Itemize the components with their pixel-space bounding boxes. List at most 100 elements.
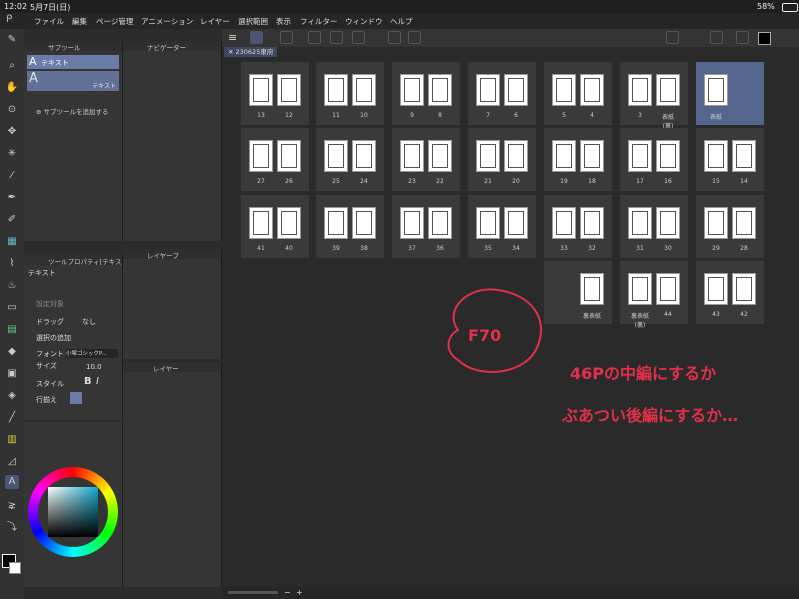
page-spread[interactable]: 39 38	[316, 195, 384, 258]
zoom-in-icon[interactable]: +	[296, 588, 303, 597]
page-thumbnail[interactable]	[704, 207, 728, 239]
menu-edit[interactable]: 編集	[72, 16, 87, 27]
undo-icon[interactable]	[388, 31, 401, 44]
size-value[interactable]: 10.0	[86, 363, 102, 371]
page-thumbnail[interactable]	[732, 207, 756, 239]
page-thumbnail[interactable]	[656, 273, 680, 305]
menu-animation[interactable]: アニメーション	[141, 16, 193, 27]
menu-view[interactable]: 表示	[276, 16, 291, 27]
hand-icon[interactable]: ✋	[5, 81, 19, 95]
gradient-icon[interactable]: ▣	[5, 367, 19, 381]
page-thumbnail[interactable]	[504, 207, 528, 239]
zoom-slider[interactable]	[228, 591, 278, 594]
page-spread[interactable]: 98	[392, 62, 460, 125]
page-thumbnail[interactable]	[277, 140, 301, 172]
page-thumbnail[interactable]	[249, 140, 273, 172]
page-thumbnail[interactable]	[324, 207, 348, 239]
airbrush-icon[interactable]: ⌇	[5, 257, 19, 271]
saturation-square[interactable]	[48, 487, 98, 537]
page-thumbnail[interactable]	[580, 207, 604, 239]
page-thumbnail[interactable]	[656, 74, 680, 106]
page-thumbnail[interactable]	[704, 273, 728, 305]
clip-studio-logo-icon[interactable]: ᑭ	[6, 14, 12, 25]
page-thumbnail[interactable]	[580, 273, 604, 305]
page-thumbnail[interactable]	[277, 74, 301, 106]
move-icon[interactable]: ✥	[5, 125, 19, 139]
page-thumbnail[interactable]	[352, 140, 376, 172]
page-thumbnail[interactable]	[249, 207, 273, 239]
page-thumbnail[interactable]	[656, 207, 680, 239]
page-spread[interactable]: 表紙	[696, 62, 764, 125]
page-spread[interactable]: 41 40	[241, 195, 309, 258]
page-thumbnail[interactable]	[580, 140, 604, 172]
italic-icon[interactable]: I	[96, 376, 99, 387]
page-thumbnail[interactable]	[732, 273, 756, 305]
page-thumbnail[interactable]	[400, 74, 424, 106]
color-indicator[interactable]	[758, 32, 771, 45]
page-thumbnail[interactable]	[628, 74, 652, 106]
menu-selection[interactable]: 選択範囲	[238, 16, 268, 27]
page-spread[interactable]: 25 24	[316, 128, 384, 191]
save-icon[interactable]	[352, 31, 365, 44]
menu-page-management[interactable]: ページ管理	[96, 16, 133, 27]
zoom-out-icon[interactable]: −	[284, 588, 291, 597]
page-thumbnail[interactable]	[428, 74, 452, 106]
page-thumbnail[interactable]	[352, 74, 376, 106]
document-tab[interactable]: ✕ 230625東府	[224, 47, 278, 57]
page-thumbnail[interactable]	[628, 140, 652, 172]
page-thumbnail[interactable]	[552, 140, 576, 172]
page-thumbnail[interactable]	[476, 140, 500, 172]
page-thumbnail[interactable]	[352, 207, 376, 239]
fill-icon[interactable]: ◆	[5, 345, 19, 359]
frame-icon[interactable]: ▥	[5, 433, 19, 447]
subtool-selected[interactable]: A テキスト	[27, 55, 119, 69]
menu-filter[interactable]: フィルター	[300, 16, 337, 27]
brush-icon[interactable]: ▦	[5, 235, 19, 249]
sub-color-swatch[interactable]	[9, 562, 21, 574]
page-spread[interactable]: 11 10	[316, 62, 384, 125]
eyedropper-icon[interactable]: ⁄	[5, 169, 19, 183]
page-thumbnail[interactable]	[504, 140, 528, 172]
bold-icon[interactable]: B	[84, 376, 92, 387]
page-spread[interactable]: 37 36	[392, 195, 460, 258]
page-thumbnail[interactable]	[552, 74, 576, 106]
line-icon[interactable]: ╱	[5, 411, 19, 425]
add-subtool-button[interactable]: ⊕ サブツールを追加する	[36, 106, 109, 116]
page-spread[interactable]: 33 32	[544, 195, 612, 258]
page-spread[interactable]: 15 14	[696, 128, 764, 191]
page-thumbnail[interactable]	[552, 207, 576, 239]
page-thumbnail[interactable]	[732, 140, 756, 172]
menu-help[interactable]: ヘルプ	[390, 16, 413, 27]
page-thumbnail[interactable]	[249, 74, 273, 106]
page-thumbnail[interactable]	[400, 140, 424, 172]
page-thumbnail[interactable]	[324, 140, 348, 172]
zoom-icon[interactable]: ⌕	[5, 59, 19, 73]
blend-icon[interactable]: ▤	[5, 323, 19, 337]
menu-window[interactable]: ウィンドウ	[345, 16, 383, 27]
page-thumbnail[interactable]	[428, 207, 452, 239]
align-left-icon[interactable]	[70, 392, 82, 404]
page-spread[interactable]: 27 26	[241, 128, 309, 191]
new-file-icon[interactable]	[308, 31, 321, 44]
menu-icon[interactable]: ≡	[228, 31, 237, 44]
page-spread[interactable]: 23 22	[392, 128, 460, 191]
page-thumbnail[interactable]	[400, 207, 424, 239]
page-thumbnail[interactable]	[656, 140, 680, 172]
page-thumbnail[interactable]	[628, 273, 652, 305]
menu-layer[interactable]: レイヤー	[200, 16, 230, 27]
page-spread[interactable]: 31 30	[620, 195, 688, 258]
eraser-icon[interactable]: ▭	[5, 301, 19, 315]
help-icon[interactable]	[666, 31, 679, 44]
page-thumbnail[interactable]	[476, 74, 500, 106]
page-thumbnail[interactable]	[704, 140, 728, 172]
page-thumbnail[interactable]	[628, 207, 652, 239]
page-spread[interactable]: 13 12	[241, 62, 309, 125]
object-select-icon[interactable]: ⊙	[5, 103, 19, 117]
font-select[interactable]: 小塚ゴシックP...	[66, 349, 118, 358]
pencil-icon[interactable]: ✐	[5, 213, 19, 227]
page-spread[interactable]: 54	[544, 62, 612, 125]
ruler-icon[interactable]: ◿	[5, 455, 19, 469]
balloon-icon[interactable]: ⋧	[5, 499, 19, 513]
page-spread[interactable]: 43 42	[696, 261, 764, 324]
page-spread[interactable]: 裏表紙 (裏) 44	[620, 261, 688, 329]
